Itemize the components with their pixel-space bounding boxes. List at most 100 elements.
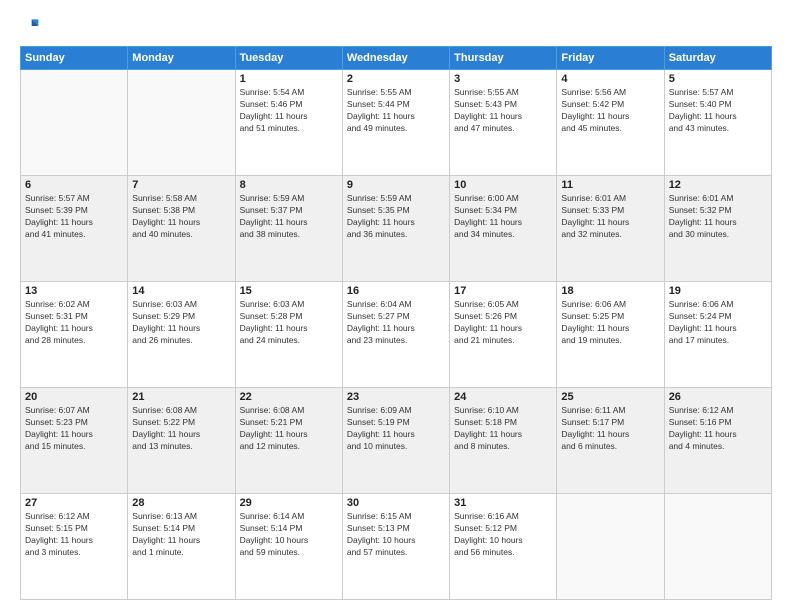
logo-icon [20,16,40,36]
day-info: Sunrise: 6:06 AMSunset: 5:25 PMDaylight:… [561,299,659,347]
day-info: Sunrise: 5:58 AMSunset: 5:38 PMDaylight:… [132,193,230,241]
day-number: 21 [132,391,230,403]
day-number: 25 [561,391,659,403]
day-cell: 13Sunrise: 6:02 AMSunset: 5:31 PMDayligh… [21,282,128,388]
day-number: 17 [454,285,552,297]
day-info: Sunrise: 6:01 AMSunset: 5:33 PMDaylight:… [561,193,659,241]
day-cell: 18 Sunrise: 6:06 AMSunset: 5:25 PMDayligh… [557,282,664,388]
day-cell: 31 Sunrise: 6:16 AMSunset: 5:12 PMDayligh… [450,494,557,600]
page: SundayMondayTuesdayWednesdayThursdayFrid… [0,0,792,612]
day-cell: 11 Sunrise: 6:01 AMSunset: 5:33 PMDayligh… [557,176,664,282]
day-info: Sunrise: 6:15 AMSunset: 5:13 PMDaylight:… [347,511,445,559]
day-number: 24 [454,391,552,403]
day-info: Sunrise: 6:12 AMSunset: 5:16 PMDaylight:… [669,405,767,453]
day-cell [557,494,664,600]
day-cell: 23 Sunrise: 6:09 AMSunset: 5:19 PMDayligh… [342,388,449,494]
day-number: 12 [669,179,767,191]
week-row-5: 27Sunrise: 6:12 AMSunset: 5:15 PMDayligh… [21,494,772,600]
day-info: Sunrise: 6:07 AMSunset: 5:23 PMDaylight:… [25,405,123,453]
day-info: Sunrise: 6:13 AMSunset: 5:14 PMDaylight:… [132,511,230,559]
day-info: Sunrise: 6:10 AMSunset: 5:18 PMDaylight:… [454,405,552,453]
day-number: 19 [669,285,767,297]
day-info: Sunrise: 6:03 AMSunset: 5:28 PMDaylight:… [240,299,338,347]
day-number: 5 [669,73,767,85]
day-info: Sunrise: 6:09 AMSunset: 5:19 PMDaylight:… [347,405,445,453]
day-cell: 3 Sunrise: 5:55 AMSunset: 5:43 PMDaylight… [450,70,557,176]
day-cell: 22 Sunrise: 6:08 AMSunset: 5:21 PMDayligh… [235,388,342,494]
day-cell: 24 Sunrise: 6:10 AMSunset: 5:18 PMDayligh… [450,388,557,494]
day-info: Sunrise: 5:54 AMSunset: 5:46 PMDaylight:… [240,87,338,135]
calendar-table: SundayMondayTuesdayWednesdayThursdayFrid… [20,46,772,600]
weekday-monday: Monday [128,47,235,70]
day-info: Sunrise: 6:08 AMSunset: 5:22 PMDaylight:… [132,405,230,453]
day-cell: 14 Sunrise: 6:03 AMSunset: 5:29 PMDayligh… [128,282,235,388]
day-info: Sunrise: 6:00 AMSunset: 5:34 PMDaylight:… [454,193,552,241]
day-number: 23 [347,391,445,403]
day-number: 22 [240,391,338,403]
weekday-tuesday: Tuesday [235,47,342,70]
day-number: 3 [454,73,552,85]
weekday-friday: Friday [557,47,664,70]
day-cell: 21 Sunrise: 6:08 AMSunset: 5:22 PMDayligh… [128,388,235,494]
day-info: Sunrise: 5:57 AMSunset: 5:39 PMDaylight:… [25,193,123,241]
week-row-2: 6Sunrise: 5:57 AMSunset: 5:39 PMDaylight… [21,176,772,282]
day-info: Sunrise: 6:04 AMSunset: 5:27 PMDaylight:… [347,299,445,347]
day-info: Sunrise: 5:56 AMSunset: 5:42 PMDaylight:… [561,87,659,135]
day-number: 14 [132,285,230,297]
day-info: Sunrise: 6:08 AMSunset: 5:21 PMDaylight:… [240,405,338,453]
day-cell: 20 Sunrise: 6:07 AMSunset: 5:23 PMDayligh… [21,388,128,494]
day-number: 1 [240,73,338,85]
day-number: 2 [347,73,445,85]
weekday-sunday: Sunday [21,47,128,70]
day-number: 4 [561,73,659,85]
day-info: Sunrise: 6:14 AMSunset: 5:14 PMDaylight:… [240,511,338,559]
day-info: Sunrise: 6:01 AMSunset: 5:32 PMDaylight:… [669,193,767,241]
day-cell: 26 Sunrise: 6:12 AMSunset: 5:16 PMDayligh… [664,388,771,494]
day-cell: 25 Sunrise: 6:11 AMSunset: 5:17 PMDayligh… [557,388,664,494]
day-info: Sunrise: 6:03 AMSunset: 5:29 PMDaylight:… [132,299,230,347]
day-cell: 10 Sunrise: 6:00 AMSunset: 5:34 PMDayligh… [450,176,557,282]
day-cell: 7Sunrise: 5:58 AMSunset: 5:38 PMDaylight… [128,176,235,282]
day-number: 11 [561,179,659,191]
day-info: Sunrise: 6:11 AMSunset: 5:17 PMDaylight:… [561,405,659,453]
day-info: Sunrise: 5:55 AMSunset: 5:44 PMDaylight:… [347,87,445,135]
day-cell: 6Sunrise: 5:57 AMSunset: 5:39 PMDaylight… [21,176,128,282]
day-cell: 30 Sunrise: 6:15 AMSunset: 5:13 PMDayligh… [342,494,449,600]
day-cell: 9 Sunrise: 5:59 AMSunset: 5:35 PMDaylight… [342,176,449,282]
day-number: 9 [347,179,445,191]
day-info: Sunrise: 5:57 AMSunset: 5:40 PMDaylight:… [669,87,767,135]
header [20,16,772,36]
day-number: 15 [240,285,338,297]
day-cell [21,70,128,176]
day-info: Sunrise: 5:55 AMSunset: 5:43 PMDaylight:… [454,87,552,135]
day-cell: 28 Sunrise: 6:13 AMSunset: 5:14 PMDayligh… [128,494,235,600]
day-number: 30 [347,497,445,509]
day-number: 28 [132,497,230,509]
day-number: 26 [669,391,767,403]
weekday-wednesday: Wednesday [342,47,449,70]
day-cell: 19Sunrise: 6:06 AMSunset: 5:24 PMDayligh… [664,282,771,388]
day-cell: 5 Sunrise: 5:57 AMSunset: 5:40 PMDaylight… [664,70,771,176]
day-info: Sunrise: 5:59 AMSunset: 5:35 PMDaylight:… [347,193,445,241]
day-number: 16 [347,285,445,297]
week-row-3: 13Sunrise: 6:02 AMSunset: 5:31 PMDayligh… [21,282,772,388]
day-cell: 1 Sunrise: 5:54 AMSunset: 5:46 PMDaylight… [235,70,342,176]
day-number: 8 [240,179,338,191]
day-cell: 17Sunrise: 6:05 AMSunset: 5:26 PMDayligh… [450,282,557,388]
day-info: Sunrise: 6:12 AMSunset: 5:15 PMDaylight:… [25,511,123,559]
day-cell: 8 Sunrise: 5:59 AMSunset: 5:37 PMDaylight… [235,176,342,282]
day-info: Sunrise: 5:59 AMSunset: 5:37 PMDaylight:… [240,193,338,241]
day-cell: 2 Sunrise: 5:55 AMSunset: 5:44 PMDaylight… [342,70,449,176]
day-cell: 4 Sunrise: 5:56 AMSunset: 5:42 PMDaylight… [557,70,664,176]
day-cell: 29Sunrise: 6:14 AMSunset: 5:14 PMDayligh… [235,494,342,600]
day-cell: 27Sunrise: 6:12 AMSunset: 5:15 PMDayligh… [21,494,128,600]
day-number: 20 [25,391,123,403]
day-cell [128,70,235,176]
weekday-thursday: Thursday [450,47,557,70]
day-number: 31 [454,497,552,509]
day-cell: 15 Sunrise: 6:03 AMSunset: 5:28 PMDayligh… [235,282,342,388]
day-number: 18 [561,285,659,297]
day-number: 10 [454,179,552,191]
day-info: Sunrise: 6:16 AMSunset: 5:12 PMDaylight:… [454,511,552,559]
week-row-4: 20 Sunrise: 6:07 AMSunset: 5:23 PMDayligh… [21,388,772,494]
